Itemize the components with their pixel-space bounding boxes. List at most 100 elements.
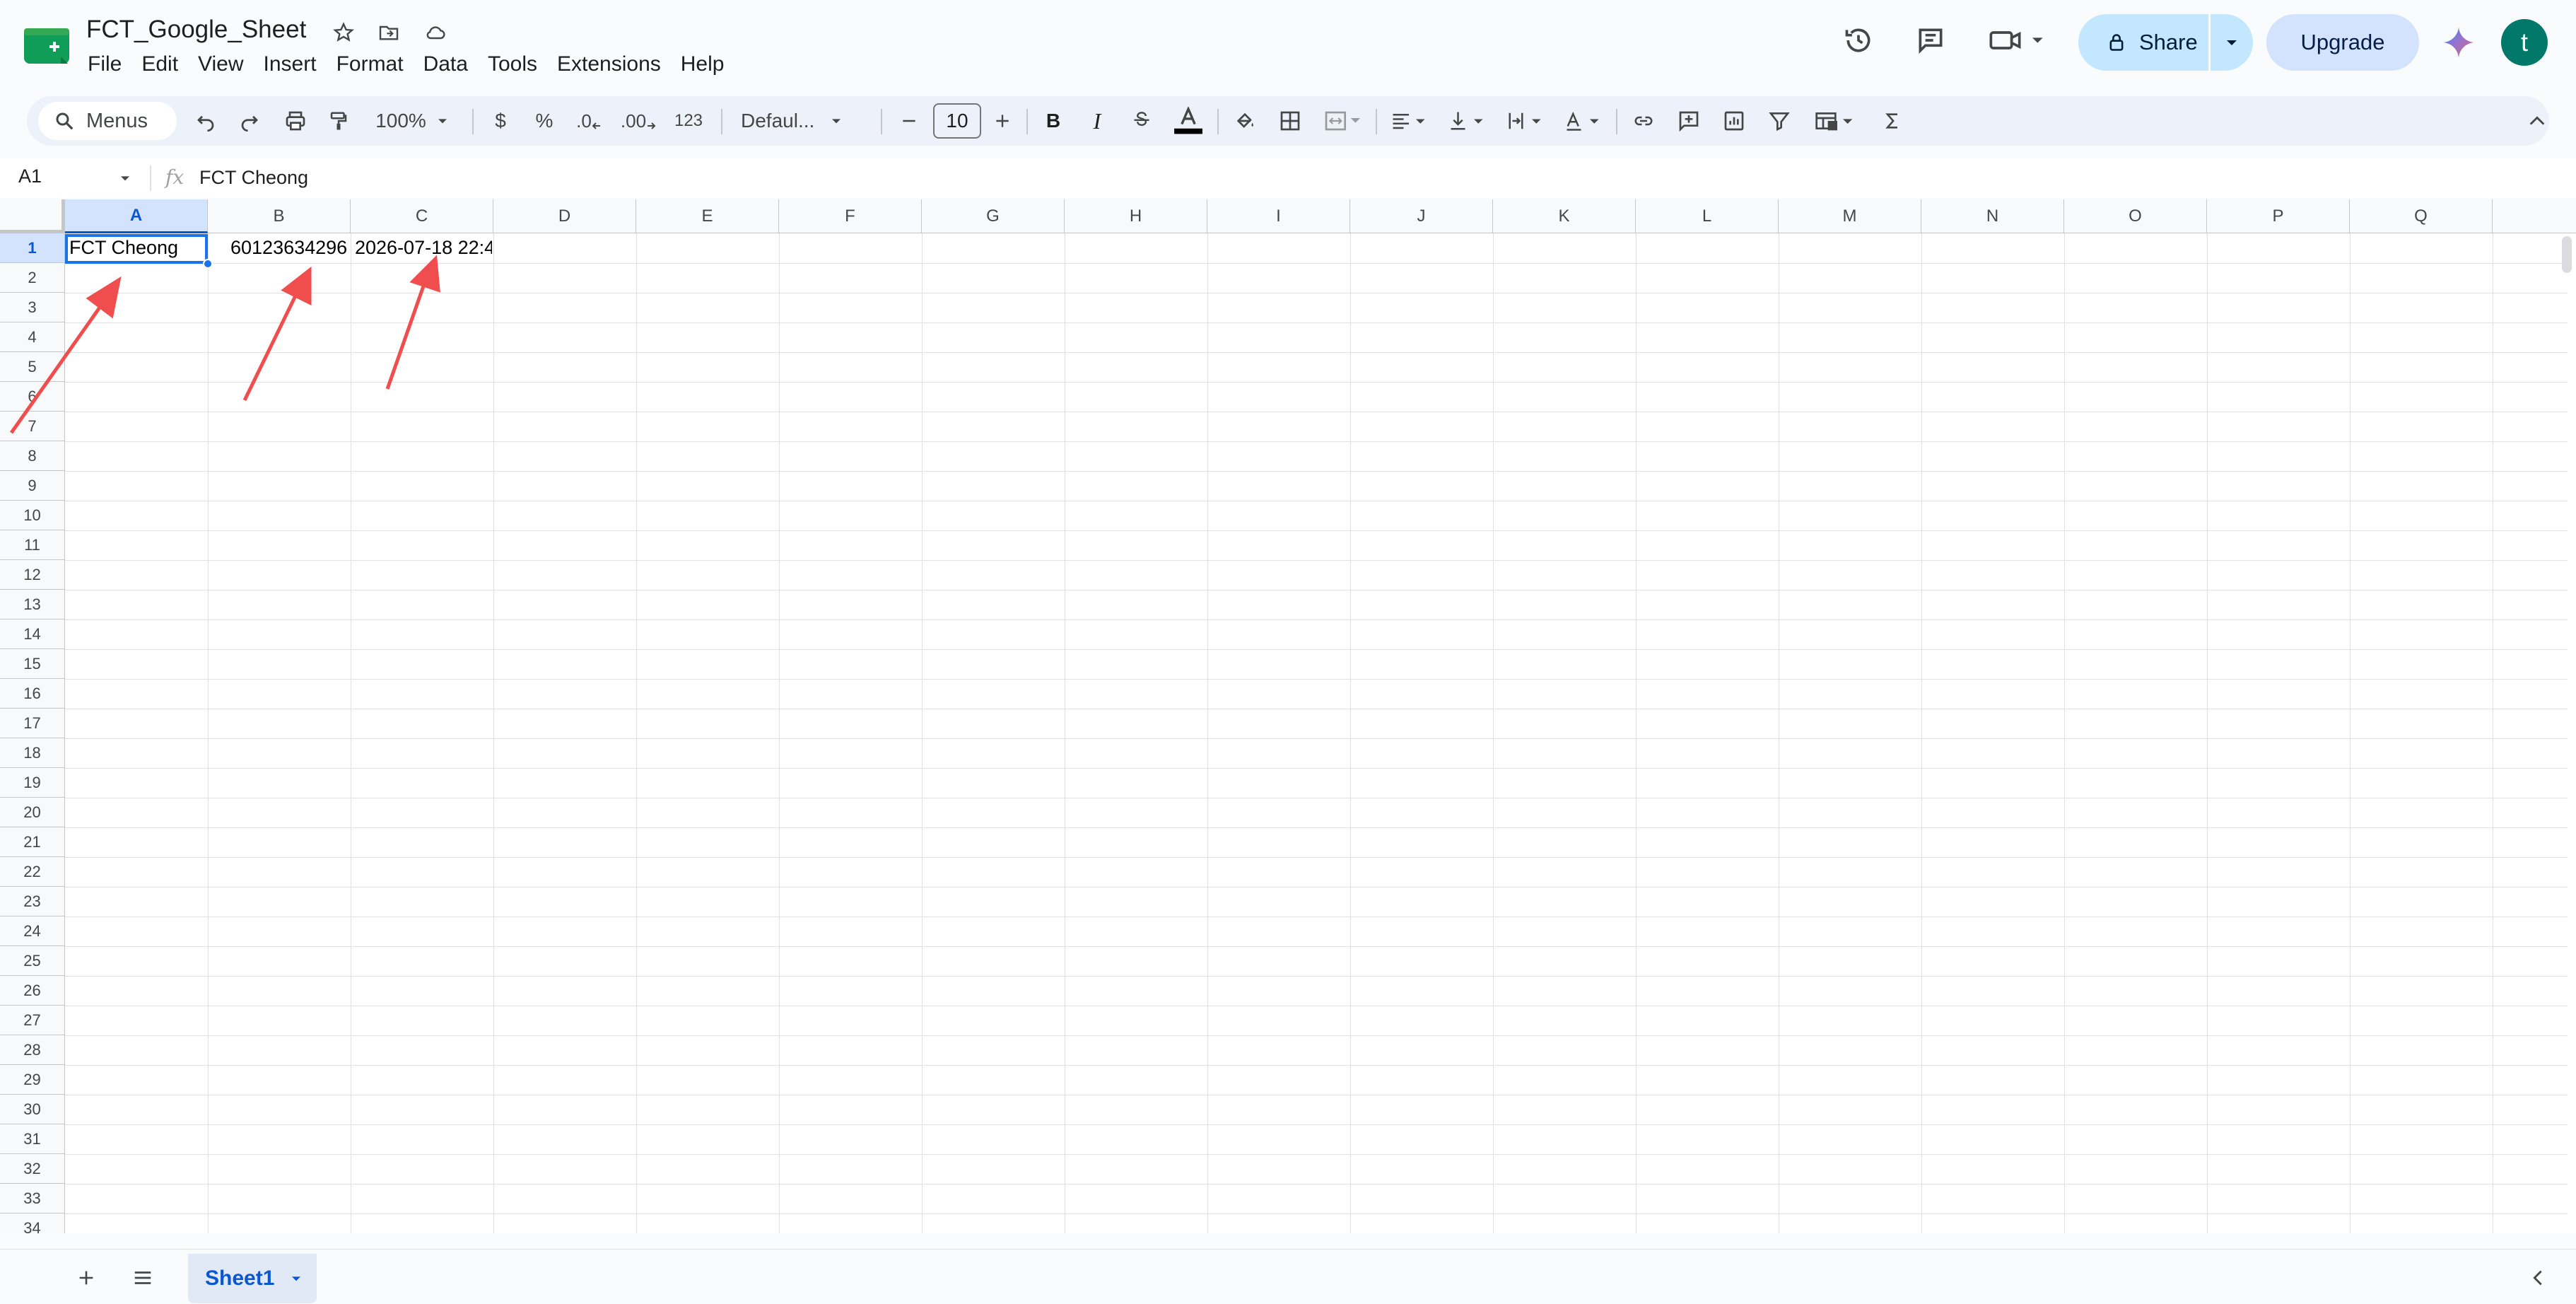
text-color-icon[interactable] xyxy=(1169,103,1207,139)
number-format-button[interactable]: 123 xyxy=(667,103,710,139)
text-wrapping-icon[interactable] xyxy=(1500,103,1550,139)
select-all-corner[interactable] xyxy=(0,199,65,233)
filter-icon[interactable] xyxy=(1762,103,1797,139)
paint-format-icon[interactable] xyxy=(321,103,356,139)
all-sheets-menu-icon[interactable] xyxy=(126,1261,160,1295)
row-header-9[interactable]: 9 xyxy=(0,471,65,501)
column-header-i[interactable]: I xyxy=(1207,199,1350,233)
share-dropdown-button[interactable] xyxy=(2211,14,2253,71)
row-header-17[interactable]: 17 xyxy=(0,709,65,738)
sheet-tab-sheet1[interactable]: Sheet1 xyxy=(188,1254,317,1303)
row-header-18[interactable]: 18 xyxy=(0,738,65,768)
column-header-j[interactable]: J xyxy=(1350,199,1493,233)
move-folder-icon[interactable] xyxy=(375,18,403,47)
borders-icon[interactable] xyxy=(1272,103,1308,139)
row-header-28[interactable]: 28 xyxy=(0,1035,65,1065)
column-header-f[interactable]: F xyxy=(779,199,922,233)
row-header-20[interactable]: 20 xyxy=(0,798,65,827)
row-header-5[interactable]: 5 xyxy=(0,352,65,382)
menu-tools[interactable]: Tools xyxy=(478,50,547,79)
row-header-10[interactable]: 10 xyxy=(0,501,65,530)
row-header-31[interactable]: 31 xyxy=(0,1124,65,1154)
row-header-24[interactable]: 24 xyxy=(0,916,65,946)
print-icon[interactable] xyxy=(276,103,315,139)
menu-format[interactable]: Format xyxy=(327,50,414,79)
spreadsheet-grid[interactable]: ABCDEFGHIJKLMNOPQ 1 2 3 4 5 6 7 8 9 10 11 12 13 14 15 1… xyxy=(0,199,2576,1233)
sheets-logo-icon[interactable] xyxy=(23,25,71,66)
row-header-33[interactable]: 33 xyxy=(0,1184,65,1213)
column-header-n[interactable]: N xyxy=(1921,199,2064,233)
row-header-15[interactable]: 15 xyxy=(0,649,65,679)
vertical-scrollbar[interactable] xyxy=(2562,236,2572,273)
currency-format-button[interactable]: $ xyxy=(485,103,516,139)
row-header-4[interactable]: 4 xyxy=(0,322,65,352)
row-header-1[interactable]: 1 xyxy=(0,233,65,263)
column-header-b[interactable]: B xyxy=(208,199,351,233)
italic-button[interactable]: I xyxy=(1080,103,1114,139)
column-header-m[interactable]: M xyxy=(1779,199,1921,233)
increase-font-size-icon[interactable] xyxy=(987,103,1018,139)
row-header-29[interactable]: 29 xyxy=(0,1065,65,1095)
row-header-22[interactable]: 22 xyxy=(0,857,65,887)
column-header-h[interactable]: H xyxy=(1065,199,1207,233)
insert-comment-icon[interactable] xyxy=(1671,103,1706,139)
comments-icon[interactable] xyxy=(1911,21,1950,59)
font-family-select[interactable]: Defaul... xyxy=(732,103,874,139)
row-header-14[interactable]: 14 xyxy=(0,619,65,649)
column-header-l[interactable]: L xyxy=(1636,199,1779,233)
row-header-3[interactable]: 3 xyxy=(0,293,65,322)
functions-sigma-icon[interactable] xyxy=(1875,103,1910,139)
formula-input[interactable]: FCT Cheong xyxy=(199,167,308,189)
column-header-g[interactable]: G xyxy=(922,199,1065,233)
collapse-toolbar-icon[interactable] xyxy=(2519,103,2555,139)
row-header-25[interactable]: 25 xyxy=(0,946,65,976)
bold-button[interactable]: B xyxy=(1036,103,1070,139)
row-header-16[interactable]: 16 xyxy=(0,679,65,709)
menu-edit[interactable]: Edit xyxy=(131,50,188,79)
row-header-21[interactable]: 21 xyxy=(0,827,65,857)
column-header-c[interactable]: C xyxy=(351,199,493,233)
meet-video-icon[interactable] xyxy=(1985,21,2049,59)
name-box[interactable]: A1 xyxy=(18,165,42,187)
increase-decimal-button[interactable]: .00 xyxy=(615,103,662,139)
row-header-34[interactable]: 34 xyxy=(0,1213,65,1233)
cell-b1[interactable]: 60123634296 xyxy=(230,237,349,259)
row-header-7[interactable]: 7 xyxy=(0,412,65,441)
document-title[interactable]: FCT_Google_Sheet xyxy=(86,16,306,44)
row-header-19[interactable]: 19 xyxy=(0,768,65,798)
add-sheet-icon[interactable] xyxy=(69,1261,103,1295)
row-header-32[interactable]: 32 xyxy=(0,1154,65,1184)
row-header-30[interactable]: 30 xyxy=(0,1095,65,1124)
font-size-input[interactable]: 10 xyxy=(933,103,981,139)
menu-insert[interactable]: Insert xyxy=(254,50,327,79)
fill-color-icon[interactable] xyxy=(1227,103,1263,139)
row-header-27[interactable]: 27 xyxy=(0,1006,65,1035)
column-header-o[interactable]: O xyxy=(2064,199,2207,233)
column-header-q[interactable]: Q xyxy=(2350,199,2493,233)
redo-icon[interactable] xyxy=(232,103,267,139)
menu-data[interactable]: Data xyxy=(414,50,478,79)
strikethrough-icon[interactable] xyxy=(1124,103,1159,139)
insert-link-icon[interactable] xyxy=(1626,103,1661,139)
caret-down-icon[interactable] xyxy=(290,1274,303,1283)
row-header-6[interactable]: 6 xyxy=(0,382,65,412)
row-header-2[interactable]: 2 xyxy=(0,263,65,293)
row-header-8[interactable]: 8 xyxy=(0,441,65,471)
vertical-align-icon[interactable] xyxy=(1442,103,1492,139)
merge-cells-icon[interactable] xyxy=(1318,103,1369,139)
version-history-icon[interactable] xyxy=(1839,21,1878,59)
decrease-decimal-button[interactable]: .0 xyxy=(571,103,607,139)
text-rotation-icon[interactable] xyxy=(1558,103,1608,139)
row-header-13[interactable]: 13 xyxy=(0,590,65,619)
column-header-p[interactable]: P xyxy=(2207,199,2350,233)
gemini-sparkle-icon[interactable] xyxy=(2440,24,2477,61)
column-header-a[interactable]: A xyxy=(65,199,208,233)
explore-collapse-icon[interactable] xyxy=(2521,1261,2555,1295)
menu-help[interactable]: Help xyxy=(671,50,734,79)
menus-search-button[interactable]: Menus xyxy=(38,102,177,140)
caret-down-icon[interactable] xyxy=(119,174,131,182)
cloud-saved-icon[interactable] xyxy=(421,18,450,47)
share-button[interactable]: Share xyxy=(2078,14,2208,71)
undo-icon[interactable] xyxy=(188,103,223,139)
upgrade-button[interactable]: Upgrade xyxy=(2266,14,2419,71)
